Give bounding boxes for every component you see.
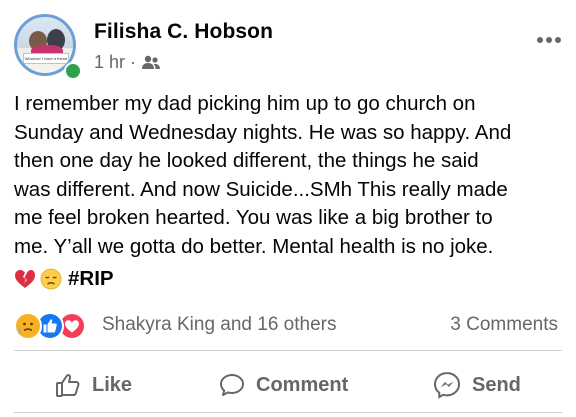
reactions-summary[interactable]: Shakyra King and 16 others xyxy=(102,314,337,336)
bottom-divider xyxy=(14,412,562,413)
author-name[interactable]: Filisha C. Hobson xyxy=(94,20,273,44)
meta-separator: · xyxy=(130,52,137,72)
friends-icon[interactable] xyxy=(141,55,161,71)
like-label: Like xyxy=(92,373,133,396)
hashtag-link[interactable]: #RIP xyxy=(68,267,114,291)
avatar-banner: Whoever I have a friend xyxy=(23,53,69,64)
comment-button[interactable]: Comment xyxy=(218,370,348,400)
post-body-text: I remember my dad picking him up to go c… xyxy=(14,92,512,258)
disappointed-face-emoji xyxy=(40,268,62,290)
more-options-icon[interactable] xyxy=(536,30,562,44)
broken-heart-emoji xyxy=(14,268,36,290)
comment-bubble-icon xyxy=(220,374,244,396)
like-button[interactable]: Like xyxy=(54,370,132,400)
actions-divider xyxy=(14,350,562,351)
send-button[interactable]: Send xyxy=(432,370,521,400)
post-header: Whoever I have a friend Filisha C. Hobso… xyxy=(14,14,562,80)
send-label: Send xyxy=(472,373,521,396)
comment-label: Comment xyxy=(256,373,349,396)
online-status-dot xyxy=(64,62,82,80)
comments-count[interactable]: 3 Comments xyxy=(450,314,558,336)
post-time[interactable]: 1 hr xyxy=(94,52,125,73)
post-actions-bar: Like Comment Send xyxy=(14,360,562,410)
post-emoji-line: #RIP xyxy=(14,265,114,293)
reaction-icons[interactable] xyxy=(14,312,96,340)
messenger-icon xyxy=(433,371,461,399)
post-meta: 1 hr · xyxy=(94,52,161,73)
care-reaction-icon xyxy=(14,312,42,340)
like-thumb-icon xyxy=(56,374,80,397)
reactions-row: Shakyra King and 16 others 3 Comments xyxy=(14,310,562,340)
